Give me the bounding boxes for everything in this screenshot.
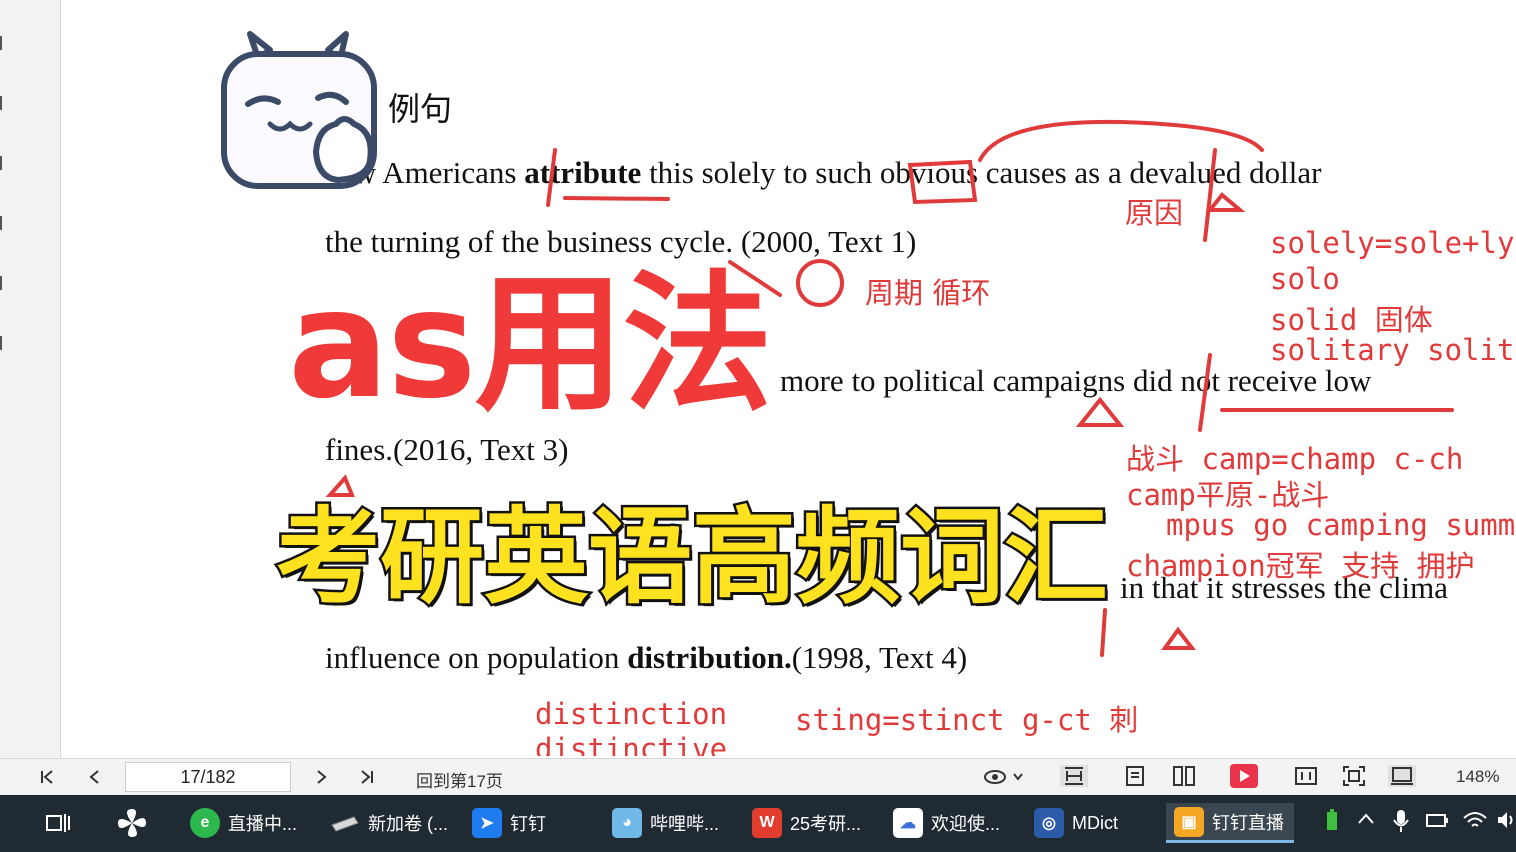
pdf-toolbar: 17/182 回到第17页 148% (0, 758, 1516, 795)
microphone-icon[interactable] (1392, 809, 1410, 839)
fit-page-icon (1343, 766, 1365, 786)
ink-underline-attribute (563, 196, 670, 201)
dingtalk-icon: ➤ (472, 808, 502, 838)
task-view-button[interactable] (44, 803, 72, 843)
mascot-sticker (221, 31, 377, 189)
windows-taskbar: e 直播中... 新加卷 (... ➤ 钉钉 ◕ 哔哩哔... W 25考研..… (0, 795, 1516, 852)
next-page-button[interactable] (310, 763, 332, 791)
chevron-right-icon (317, 770, 327, 784)
taskbar-app-3[interactable]: ➤ 钉钉 (472, 803, 546, 843)
overlay-title-vocab: 考研英语高频词汇 (273, 496, 1110, 618)
fit-width-icon (1295, 767, 1317, 785)
taskbar-app-label: 哔哩哔... (650, 814, 720, 834)
taskbar-app-8[interactable]: ▣ 钉钉直播 (1166, 803, 1294, 843)
taskbar-app-5[interactable]: W 25考研... (752, 803, 861, 843)
continuous-scroll-icon (1065, 767, 1083, 785)
ink-triangle-2 (1075, 396, 1125, 427)
goto-page-link[interactable]: 回到第17页 (416, 767, 503, 792)
taskbar-app-4[interactable]: ◕ 哔哩哔... (612, 803, 719, 843)
taskbar-app-label: 钉钉直播 (1212, 812, 1284, 833)
ink-arc-causes (978, 119, 1264, 162)
mdict-icon: ◎ (1034, 808, 1064, 838)
taskbar-app-label: 钉钉 (510, 814, 546, 834)
fit-page-button[interactable] (1342, 765, 1366, 787)
ink-triangle (1205, 192, 1246, 212)
ink-box-such (907, 159, 978, 205)
single-page-button[interactable] (1123, 765, 1147, 787)
taskbar-app-6[interactable]: ☁ 欢迎使... (893, 803, 1000, 843)
fit-width-button[interactable] (1294, 765, 1318, 787)
ink-bracket-as (1203, 148, 1217, 242)
ink-bracket-left (546, 148, 557, 207)
taskbar-app-label: 欢迎使... (931, 814, 1001, 834)
overlay-title-as-usage: as用法 (288, 258, 773, 432)
baidu-netdisk-icon: ☁ (893, 808, 923, 838)
battery-charging-icon[interactable] (1322, 809, 1342, 839)
battery-icon[interactable] (1424, 809, 1450, 837)
chevron-left-icon (89, 770, 99, 784)
taskbar-app-1[interactable]: e 直播中... (190, 803, 297, 843)
view-mode-dropdown[interactable] (980, 763, 1026, 791)
single-page-icon (1126, 766, 1144, 786)
volume-icon[interactable] (1496, 809, 1516, 837)
pinwheel-icon (118, 809, 146, 837)
first-page-button[interactable] (36, 763, 58, 791)
taskbar-app-label: 新加卷 (... (368, 814, 448, 834)
dingtalk-live-icon: ▣ (1174, 806, 1204, 837)
last-page-button[interactable] (356, 763, 378, 791)
full-screen-button[interactable] (1388, 765, 1416, 787)
pinwheel-app-button[interactable] (114, 803, 150, 843)
ink-bracket-did (1198, 353, 1212, 432)
full-screen-icon (1391, 767, 1413, 785)
play-presentation-button[interactable] (1230, 764, 1258, 788)
chevron-up-icon[interactable] (1356, 809, 1376, 835)
last-page-icon (361, 770, 373, 784)
wifi-icon[interactable] (1462, 809, 1488, 837)
browser-icon: e (190, 808, 220, 838)
continuous-scroll-button[interactable] (1060, 765, 1088, 787)
taskbar-app-7[interactable]: ◎ MDict (1034, 803, 1118, 843)
taskbar-app-label: MDict (1072, 812, 1118, 833)
task-view-icon (46, 814, 70, 832)
first-page-icon (41, 770, 53, 784)
wps-icon: W (752, 808, 782, 838)
bilibili-icon: ◕ (612, 808, 642, 838)
taskbar-app-2[interactable]: 新加卷 (... (330, 803, 448, 843)
two-page-icon (1173, 766, 1195, 786)
ink-triangle-3 (325, 474, 355, 497)
ink-triangle-4 (1161, 626, 1197, 650)
taskbar-app-label: 直播中... (228, 814, 298, 834)
page-number-input[interactable]: 17/182 (125, 762, 291, 792)
zoom-level[interactable]: 148% (1456, 767, 1499, 787)
prev-page-button[interactable] (84, 763, 106, 791)
eye-icon (984, 770, 1023, 784)
drive-icon (330, 808, 360, 838)
ink-circle-cycle (796, 259, 844, 307)
two-page-button[interactable] (1172, 765, 1196, 787)
taskbar-app-label: 25考研... (790, 814, 862, 834)
